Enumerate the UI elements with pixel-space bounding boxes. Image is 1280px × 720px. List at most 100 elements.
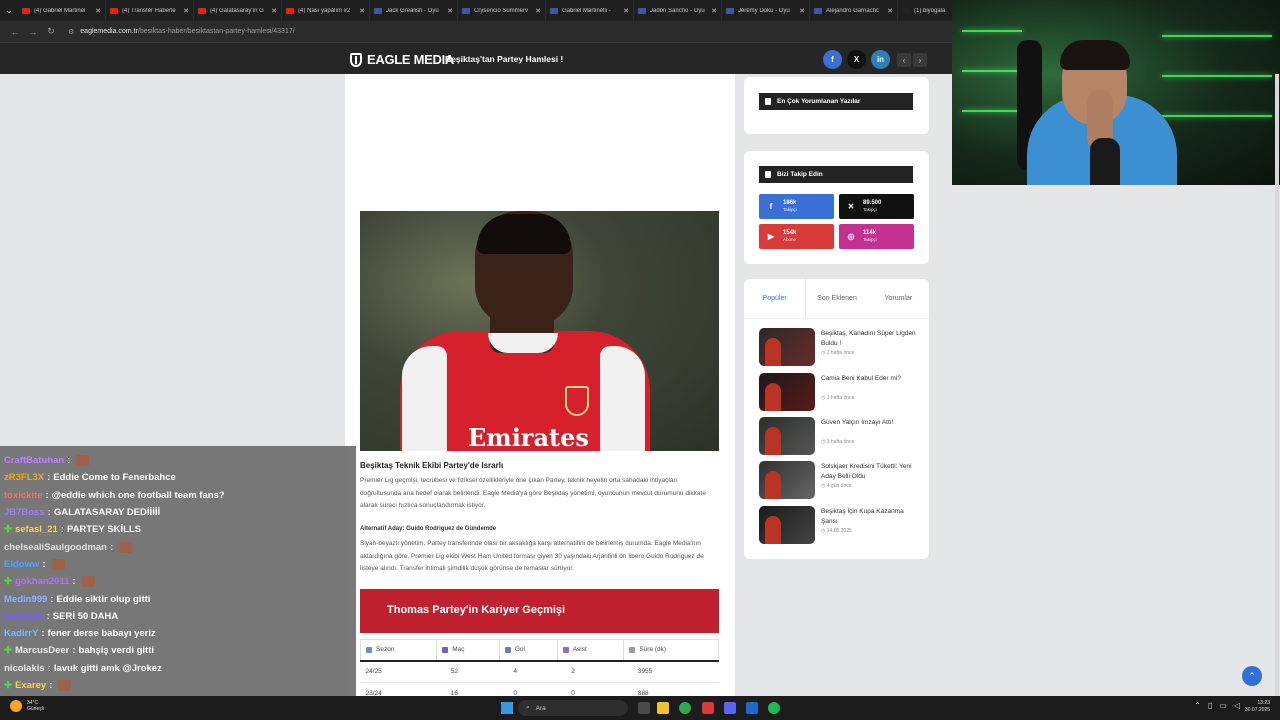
follow-button[interactable]: ▶ 154k Abone	[759, 224, 834, 249]
close-tab-icon[interactable]: ✕	[799, 7, 805, 15]
chat-username[interactable]: zR3FL3X	[4, 472, 44, 483]
tab-title: (4) Galatasaray'ın G	[210, 7, 264, 14]
site-icon	[462, 7, 470, 14]
spotify-icon[interactable]	[768, 702, 780, 714]
browser-tab[interactable]: Jack Grealish - Oyu ✕	[370, 0, 458, 21]
chat-username[interactable]: KadirrY	[4, 628, 38, 639]
x-share-button[interactable]: X	[847, 50, 866, 69]
tab-title: Alejandro Garnachc	[826, 7, 880, 14]
table-cell: 0	[557, 682, 624, 696]
clock[interactable]: 13:23 30.07.2025	[1245, 700, 1270, 714]
chat-username[interactable]: maruulls	[4, 611, 44, 622]
follow-count: 154k	[783, 230, 797, 236]
follow-button[interactable]: f 186k Takipçi	[759, 194, 834, 219]
chrome-icon[interactable]	[679, 702, 691, 714]
popular-item[interactable]: Beşiktaş, Kanadını Süper Ligden Buldu ! ◷…	[759, 328, 919, 366]
chevron-up-icon[interactable]: ⌃	[1194, 701, 1201, 710]
url-field[interactable]: eaglemedia.com.tr/besiktas-haber/besikta…	[80, 28, 294, 35]
close-tab-icon[interactable]: ✕	[447, 7, 453, 15]
browser-tab[interactable]: (4) Transfer Haberle ✕	[106, 0, 194, 21]
follow-button[interactable]: ✕ 89.500 Takipçi	[839, 194, 914, 219]
chat-username[interactable]: Exarey	[15, 680, 46, 691]
close-tab-icon[interactable]: ✕	[711, 7, 717, 15]
article-thumbnail[interactable]	[759, 373, 815, 411]
tab-menu-icon[interactable]: ⌄	[0, 0, 18, 21]
table-row: 24/25 52 4 2 3955	[360, 660, 719, 683]
browser-tab[interactable]: Gabriel Martinelli - ✕	[546, 0, 634, 21]
browser-tab[interactable]: Jadon Sancho - Oyu ✕	[634, 0, 722, 21]
sun-icon	[10, 700, 22, 712]
chat-username[interactable]: Medin999	[4, 594, 47, 605]
article-thumbnail[interactable]	[759, 417, 815, 455]
search-icon: ⌕	[526, 704, 530, 711]
steam-icon[interactable]	[746, 702, 758, 714]
browser-tab[interactable]: (4) Galatasaray'ın G ✕	[194, 0, 282, 21]
browser-tab[interactable]: (4) Gabriel Martinel ✕	[18, 0, 106, 21]
prev-article-icon[interactable]: ‹	[897, 53, 911, 67]
close-tab-icon[interactable]: ✕	[623, 7, 629, 15]
popular-item[interactable]: Güven Yalçın İmzayı Attı! ◷ 3 hafta önce	[759, 417, 919, 455]
chat-username[interactable]: CraftBatuhan	[4, 455, 64, 466]
popular-title[interactable]: Beşiktaş, Kanadını Süper Ligden Buldu !	[821, 329, 916, 349]
close-tab-icon[interactable]: ✕	[359, 7, 365, 15]
follow-button[interactable]: ◎ 114k Takipçi	[839, 224, 914, 249]
popular-item[interactable]: Beşiktaş İçin Kupa Kazanma Şansı ◷ 14.05.…	[759, 506, 919, 544]
subscriber-badge-icon: ✚	[4, 680, 12, 691]
browser-tab[interactable]: Jérémy Doku - Oyu ✕	[722, 0, 810, 21]
chat-username[interactable]: Eldoww	[4, 559, 39, 570]
chat-username[interactable]: nicolakis	[4, 663, 45, 674]
scroll-to-top-button[interactable]: ⌃	[1242, 666, 1262, 686]
popular-title[interactable]: Camia Beni Kabul Eder mi?	[821, 374, 916, 384]
article-thumbnail[interactable]	[759, 328, 815, 366]
site-info-icon[interactable]: ⚙	[68, 28, 74, 36]
linkedin-share-button[interactable]: in	[871, 50, 890, 69]
windows-start-icon[interactable]	[501, 702, 513, 714]
popular-title[interactable]: Beşiktaş İçin Kupa Kazanma Şansı	[821, 507, 916, 527]
next-article-icon[interactable]: ›	[913, 53, 927, 67]
facebook-share-button[interactable]: f	[823, 50, 842, 69]
article-paragraph-1: Premier Lig geçmişi, tecrübesi ve fiziks…	[360, 477, 706, 509]
article-paragraph-2: Siyah-beyazlı yönetim, Partey transferin…	[360, 540, 704, 572]
task-view-icon[interactable]	[638, 702, 650, 714]
chat-username[interactable]: chelsealiSaulgoodman	[4, 542, 107, 553]
browser-tab[interactable]: (4) Nası yapalım #2 ✕	[282, 0, 370, 21]
site-logo[interactable]: EAGLE MEDIA	[350, 52, 454, 67]
table-header: Maç	[436, 639, 500, 662]
popular-item[interactable]: Solskjaer Kredisini Tüketti: Yeni Aday B…	[759, 461, 919, 499]
tab-comments[interactable]: Yorumlar	[868, 279, 929, 318]
app-icon-red[interactable]	[702, 702, 714, 714]
tab-popular[interactable]: Popüler	[744, 279, 807, 318]
chat-username[interactable]: gokhan2011	[15, 576, 69, 587]
close-tab-icon[interactable]: ✕	[183, 7, 189, 15]
article-thumbnail[interactable]	[759, 461, 815, 499]
browser-tab[interactable]: Crysencio Summerv ✕	[458, 0, 546, 21]
article-thumbnail[interactable]	[759, 506, 815, 544]
forward-icon[interactable]: →	[24, 27, 42, 37]
chat-username[interactable]: JB7Boss	[4, 507, 45, 518]
table-header: Sezon	[359, 639, 438, 662]
chat-username[interactable]: MarcusDeer	[15, 645, 69, 656]
close-tab-icon[interactable]: ✕	[271, 7, 277, 15]
file-explorer-icon[interactable]	[657, 702, 669, 714]
discord-icon[interactable]	[724, 702, 736, 714]
usb-icon[interactable]: ▯	[1208, 701, 1212, 710]
emote-icon	[76, 455, 90, 467]
column-icon	[366, 646, 372, 653]
reload-icon[interactable]: ↻	[42, 26, 60, 37]
volume-icon[interactable]: ◁	[1234, 701, 1240, 710]
page-scrollbar[interactable]	[1275, 74, 1279, 696]
tab-latest[interactable]: Son Eklenen	[806, 279, 867, 318]
popular-title[interactable]: Solskjaer Kredisini Tüketti: Yeni Aday B…	[821, 462, 916, 482]
popular-title[interactable]: Güven Yalçın İmzayı Attı!	[821, 418, 916, 428]
popular-item[interactable]: Camia Beni Kabul Eder mi? ◷ 1 hafta önce	[759, 373, 919, 411]
close-tab-icon[interactable]: ✕	[535, 7, 541, 15]
close-tab-icon[interactable]: ✕	[887, 7, 893, 15]
weather-widget[interactable]: 34°C Güneşli	[10, 700, 44, 712]
network-icon[interactable]: ▭	[1219, 701, 1227, 710]
chat-username[interactable]: sefasl_21	[15, 524, 58, 535]
browser-tab[interactable]: Alejandro Garnachc ✕	[810, 0, 898, 21]
back-icon[interactable]: ←	[6, 27, 24, 37]
close-tab-icon[interactable]: ✕	[95, 7, 101, 15]
chat-username[interactable]: toxickite	[4, 490, 43, 501]
taskbar-search[interactable]: ⌕ Ara	[518, 700, 628, 716]
